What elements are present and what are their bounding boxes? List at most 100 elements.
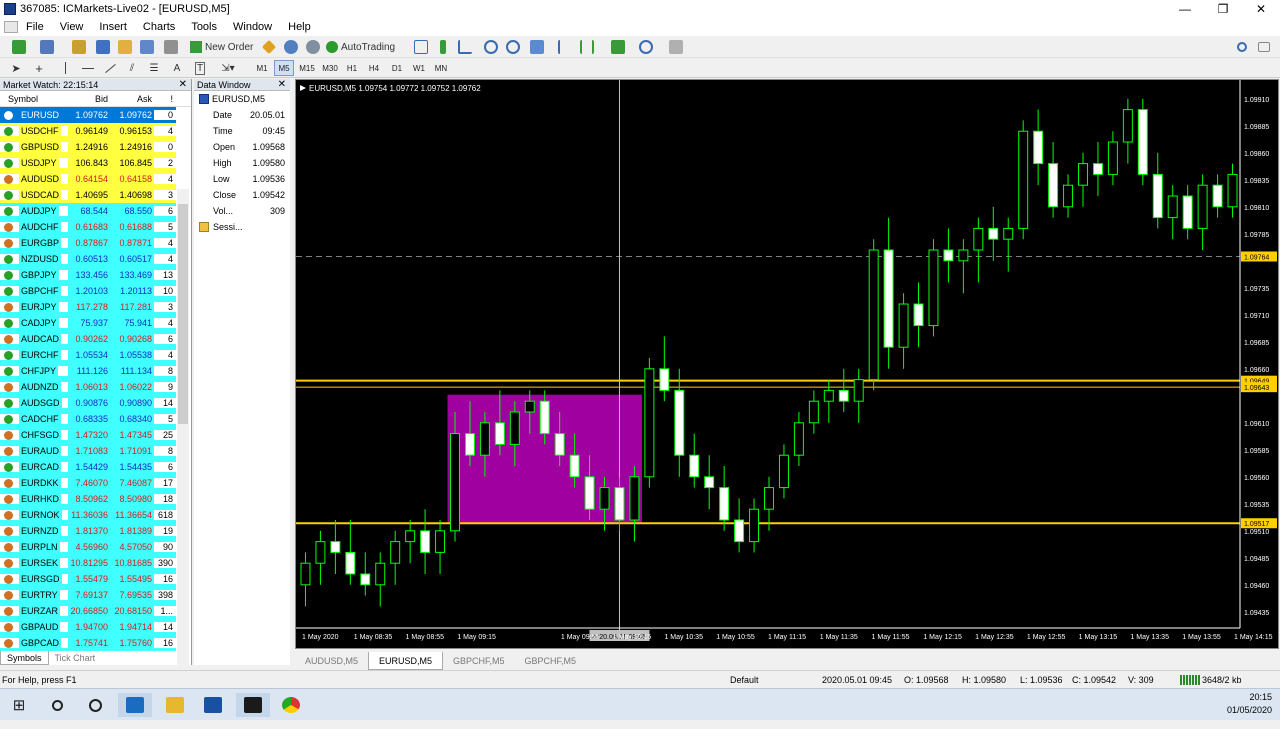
menu-view[interactable]: View bbox=[52, 21, 92, 33]
close-data-window-icon[interactable]: ✕ bbox=[278, 79, 286, 91]
timeframe-m30-button[interactable]: M30 bbox=[320, 60, 340, 76]
table-row[interactable]: GBPCAD 1.75741 1.75760 16 bbox=[0, 635, 176, 651]
terminal-button[interactable] bbox=[138, 39, 156, 55]
column-spread[interactable]: ! bbox=[154, 94, 176, 104]
table-row[interactable]: EURJPY 117.278 117.281 3 bbox=[0, 299, 176, 315]
table-row[interactable]: AUDNZD 1.06013 1.06022 9 bbox=[0, 379, 176, 395]
timeframe-w1-button[interactable]: W1 bbox=[409, 60, 429, 76]
timeframe-h1-button[interactable]: H1 bbox=[342, 60, 362, 76]
channel-icon[interactable]: ⫽ bbox=[124, 60, 140, 76]
profiles-button[interactable] bbox=[36, 39, 58, 55]
timeframe-d1-button[interactable]: D1 bbox=[387, 60, 407, 76]
chrome-icon[interactable] bbox=[274, 693, 308, 717]
table-row[interactable]: EURAUD 1.71083 1.71091 8 bbox=[0, 443, 176, 459]
chart-tab[interactable]: AUDUSD,M5 bbox=[295, 652, 368, 670]
market-watch-button[interactable] bbox=[70, 39, 88, 55]
timeframe-m1-button[interactable]: M1 bbox=[252, 60, 272, 76]
bar-chart-button[interactable] bbox=[412, 39, 430, 55]
table-row[interactable]: EURUSD 1.09762 1.09762 0 bbox=[0, 107, 176, 123]
table-row[interactable]: GBPAUD 1.94700 1.94714 14 bbox=[0, 619, 176, 635]
menu-file[interactable]: File bbox=[18, 21, 52, 33]
templates-button[interactable] bbox=[664, 39, 688, 55]
candlestick-button[interactable] bbox=[434, 39, 452, 55]
system-clock[interactable]: 20:15 01/05/2020 bbox=[1227, 691, 1272, 717]
column-bid[interactable]: Bid bbox=[68, 94, 110, 104]
table-row[interactable]: CHFJPY 111.126 111.134 8 bbox=[0, 363, 176, 379]
trendline-icon[interactable] bbox=[102, 60, 118, 76]
cursor-icon[interactable]: ➤ bbox=[8, 60, 24, 76]
timeframe-h4-button[interactable]: H4 bbox=[364, 60, 384, 76]
indicators-button[interactable] bbox=[606, 39, 630, 55]
menu-charts[interactable]: Charts bbox=[135, 21, 183, 33]
timeframe-mn-button[interactable]: MN bbox=[431, 60, 451, 76]
chart-tab[interactable]: GBPCHF,M5 bbox=[515, 652, 587, 670]
auto-trading-button[interactable]: AutoTrading bbox=[326, 39, 402, 55]
new-chart-button[interactable] bbox=[8, 39, 30, 55]
chart-canvas[interactable]: 1.09910 1.09885 1.09860 1.09835 1.09810 1.097… bbox=[296, 80, 1278, 648]
timeframe-m5-button[interactable]: M5 bbox=[274, 60, 294, 76]
price-chart[interactable]: 1.09910 1.09885 1.09860 1.09835 1.09810 1.097… bbox=[295, 79, 1279, 649]
menu-insert[interactable]: Insert bbox=[91, 21, 135, 33]
search-icon[interactable] bbox=[1234, 39, 1250, 55]
column-ask[interactable]: Ask bbox=[110, 94, 154, 104]
status-profile[interactable]: Default bbox=[730, 675, 759, 685]
chart-tab[interactable]: EURUSD,M5 bbox=[368, 652, 444, 670]
table-row[interactable]: EURZAR 20.66850 20.68150 1... bbox=[0, 603, 176, 619]
zoom-out-icon[interactable] bbox=[504, 39, 522, 55]
strategy-tester-button[interactable] bbox=[162, 39, 180, 55]
new-order-button[interactable]: New Order bbox=[190, 39, 256, 55]
chat-icon[interactable] bbox=[1256, 39, 1272, 55]
table-row[interactable]: GBPUSD 1.24916 1.24916 0 bbox=[0, 139, 176, 155]
table-row[interactable]: USDCHF 0.96149 0.96153 4 bbox=[0, 123, 176, 139]
signals-button[interactable] bbox=[282, 39, 300, 55]
minimize-button[interactable]: — bbox=[1166, 0, 1204, 18]
auto-scroll-button[interactable] bbox=[578, 39, 596, 55]
timeframe-m15-button[interactable]: M15 bbox=[297, 60, 317, 76]
tab-tick-chart[interactable]: Tick Chart bbox=[49, 651, 102, 665]
chart-shift-button[interactable] bbox=[556, 39, 574, 55]
table-row[interactable]: EURNZD 1.81370 1.81389 19 bbox=[0, 523, 176, 539]
table-row[interactable]: CHFSGD 1.47320 1.47345 25 bbox=[0, 427, 176, 443]
table-row[interactable]: AUDCAD 0.90262 0.90268 6 bbox=[0, 331, 176, 347]
tab-symbols[interactable]: Symbols bbox=[0, 651, 49, 665]
navigator-button[interactable] bbox=[116, 39, 134, 55]
table-row[interactable]: EURCAD 1.54429 1.54435 6 bbox=[0, 459, 176, 475]
cortana-icon[interactable] bbox=[78, 693, 112, 717]
menu-tools[interactable]: Tools bbox=[183, 21, 225, 33]
fibonacci-icon[interactable]: ☰ bbox=[146, 60, 162, 76]
tile-windows-button[interactable] bbox=[528, 39, 546, 55]
zoom-in-icon[interactable] bbox=[482, 39, 500, 55]
file-explorer-icon[interactable] bbox=[158, 693, 192, 717]
search-taskbar-icon[interactable] bbox=[40, 693, 74, 717]
table-row[interactable]: CADCHF 0.68335 0.68340 5 bbox=[0, 411, 176, 427]
vertical-line-icon[interactable] bbox=[58, 60, 72, 76]
taskbar-app-store-icon[interactable] bbox=[196, 693, 230, 717]
windows-start-icon[interactable]: ⊞ bbox=[2, 693, 36, 717]
data-window-button[interactable] bbox=[94, 39, 112, 55]
chart-window-icon[interactable] bbox=[4, 21, 18, 33]
table-row[interactable]: USDJPY 106.843 106.845 2 bbox=[0, 155, 176, 171]
close-window-button[interactable]: ✕ bbox=[1242, 0, 1280, 18]
arrows-icon[interactable]: ⇲▾ bbox=[216, 60, 240, 76]
table-row[interactable]: EURNOK 11.36036 11.36654 618 bbox=[0, 507, 176, 523]
table-row[interactable]: EURCHF 1.05534 1.05538 4 bbox=[0, 347, 176, 363]
market-watch-scrollbar[interactable] bbox=[177, 189, 189, 729]
table-row[interactable]: AUDSGD 0.90876 0.90890 14 bbox=[0, 395, 176, 411]
metaeditor-button[interactable] bbox=[260, 39, 278, 55]
close-market-watch-icon[interactable]: ✕ bbox=[179, 79, 187, 91]
metatrader-icon[interactable] bbox=[236, 693, 270, 717]
table-row[interactable]: NZDUSD 0.60513 0.60517 4 bbox=[0, 251, 176, 267]
text-icon[interactable]: A bbox=[170, 60, 184, 76]
table-row[interactable]: EURTRY 7.69137 7.69535 398 bbox=[0, 587, 176, 603]
table-row[interactable]: EURDKK 7.46070 7.46087 17 bbox=[0, 475, 176, 491]
table-row[interactable]: CADJPY 75.937 75.941 4 bbox=[0, 315, 176, 331]
scrollbar-thumb[interactable] bbox=[178, 204, 188, 424]
horizontal-line-icon[interactable] bbox=[80, 60, 96, 76]
chart-tab[interactable]: GBPCHF,M5 bbox=[443, 652, 515, 670]
table-row[interactable]: EURHKD 8.50962 8.50980 18 bbox=[0, 491, 176, 507]
line-chart-button[interactable] bbox=[456, 39, 474, 55]
column-symbol[interactable]: Symbol bbox=[0, 94, 68, 104]
market-button[interactable] bbox=[304, 39, 322, 55]
periods-button[interactable] bbox=[634, 39, 658, 55]
text-label-icon[interactable]: T bbox=[192, 60, 208, 76]
